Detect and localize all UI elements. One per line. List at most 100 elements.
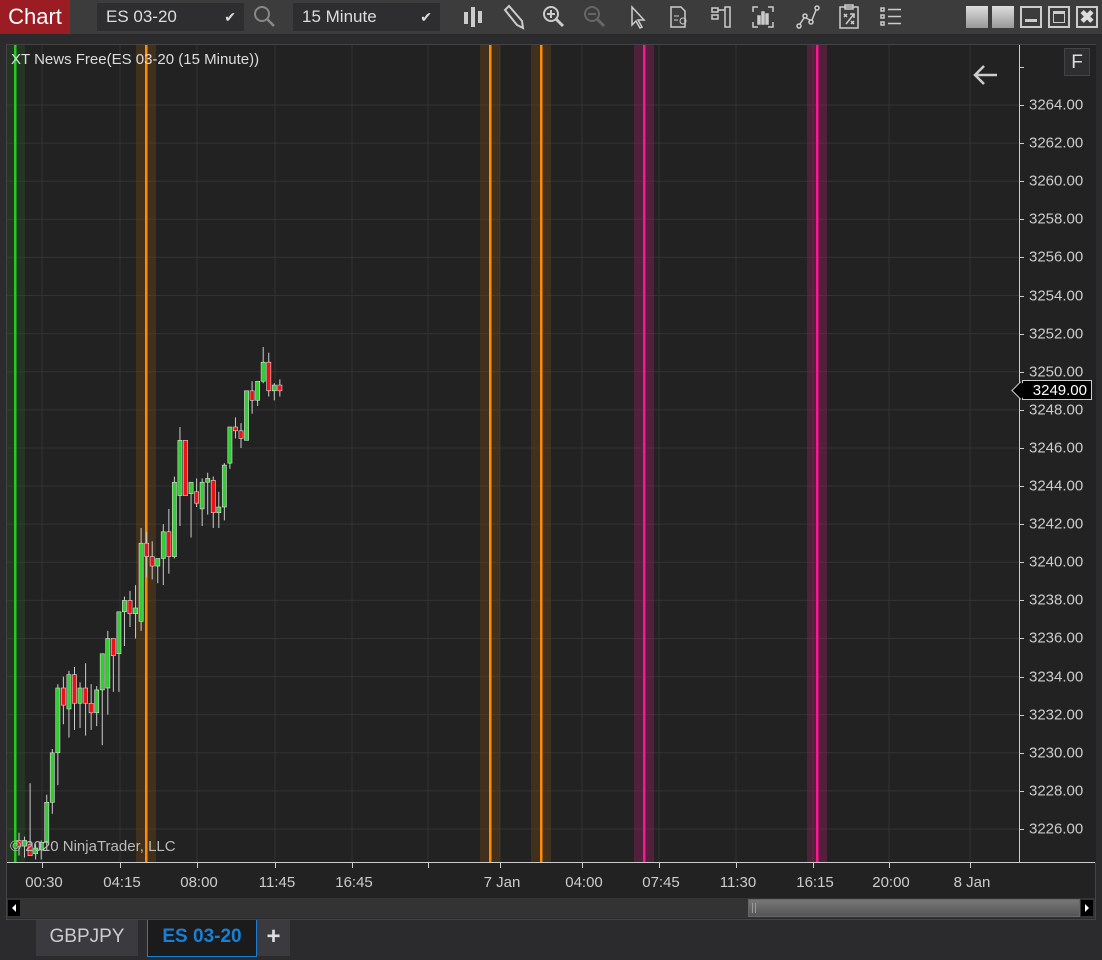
tab-bar: GBPJPY ES 03-20 + [0,920,1102,960]
candle-body [221,464,227,508]
news-line [489,45,492,862]
price-tick-label: 3238.00 [1029,591,1084,609]
candle-body [72,674,77,704]
time-tick [197,862,198,868]
price-tick-label: 3256.00 [1029,248,1084,266]
price-chart [7,45,1019,862]
horizontal-scrollbar[interactable] [7,898,1095,918]
price-tick-label: 3240.00 [1029,553,1084,571]
chevron-down-icon: ✔ [224,9,236,25]
tab-es-03-20[interactable]: ES 03-20 [147,920,257,957]
price-tick-label: 3248.00 [1029,401,1084,419]
close-icon[interactable]: ✖ [1076,6,1098,28]
tile-icon[interactable] [992,6,1014,28]
price-tick-label: 3230.00 [1029,744,1084,762]
fixed-scale-button[interactable]: F [1064,48,1090,76]
search-icon[interactable] [252,4,278,30]
chart-toolbar: Chart ES 03-20 ✔ 15 Minute ✔ ✖ [0,0,1102,36]
time-tick-label: 04:00 [565,874,603,891]
time-tick-label: 11:30 [719,874,757,891]
candle-body [105,638,111,689]
price-tick-label: 3242.00 [1029,515,1084,533]
drawing-tool-icon[interactable] [500,4,526,30]
price-tick [1019,105,1024,106]
pointer-icon[interactable] [625,4,651,30]
candle-body [99,653,105,691]
tile-icon[interactable] [966,6,988,28]
candle-body [155,558,161,567]
indicators-icon[interactable] [709,4,735,30]
time-tick [889,862,890,868]
time-axis[interactable] [7,862,1095,899]
maximize-icon[interactable] [1048,6,1070,28]
price-tick-label: 3252.00 [1029,325,1084,343]
time-tick [582,862,583,868]
price-tick [1019,257,1024,259]
candle-body [205,478,211,483]
price-tick [1019,219,1024,221]
interval-selector[interactable]: 15 Minute ✔ [293,3,440,31]
chart-style-icon[interactable] [460,4,486,30]
scroll-left-button[interactable] [8,900,20,916]
price-tick [1019,790,1024,792]
candle-body [199,481,205,510]
chevron-down-icon: ✔ [420,9,432,25]
strategies-icon[interactable] [750,4,776,30]
candle-body [260,361,266,382]
candle-body [133,607,138,615]
price-tick [1019,371,1024,373]
instrument-selector[interactable]: ES 03-20 ✔ [97,3,244,31]
chart-panel[interactable] [7,45,1019,862]
candle-body [177,440,183,496]
candle-body [216,506,222,514]
back-arrow-icon[interactable] [970,62,1000,88]
data-box-icon[interactable] [666,4,692,30]
properties-icon[interactable] [836,4,862,30]
time-tick [352,862,353,868]
price-tick [1019,752,1024,754]
candle-body [244,390,249,441]
price-tick-label: 3260.00 [1029,172,1084,190]
scroll-thumb[interactable] [748,899,1080,917]
time-tick [813,862,814,868]
candle-body [77,687,83,704]
price-tick [1019,409,1024,411]
zoom-in-icon[interactable] [541,4,567,30]
candle-body [94,689,100,714]
price-tick-label: 3262.00 [1029,134,1084,152]
candle-body [255,380,261,401]
price-tick [1019,638,1024,640]
time-tick [736,862,737,868]
time-tick-label: 00:30 [25,874,63,891]
price-tick-label: 3234.00 [1029,668,1084,686]
candle-body [194,491,199,504]
candle-body [183,440,188,496]
candle-body [166,531,172,557]
chart-trader-icon[interactable] [795,4,821,30]
time-tick [275,862,276,868]
price-tick [1019,447,1024,449]
time-tick [428,862,429,868]
candle-body [238,430,244,439]
candle-body [172,481,177,557]
price-tick [1019,295,1024,297]
time-tick [500,862,501,868]
price-tick [1019,524,1024,526]
price-tick [1019,714,1024,716]
candle-body [233,426,238,432]
price-tick-label: 3228.00 [1029,782,1084,800]
templates-icon[interactable] [878,4,904,30]
tab-gbpjpy[interactable]: GBPJPY [36,920,138,956]
price-tick [1019,333,1024,335]
price-tick [1019,600,1024,602]
scroll-right-button[interactable] [1081,900,1093,916]
time-tick-label: 16:45 [335,874,373,891]
zoom-out-icon[interactable] [582,4,608,30]
candle-body [55,687,61,754]
add-tab-button[interactable]: + [257,920,290,956]
minimize-icon[interactable] [1020,6,1042,28]
news-line [540,45,543,862]
candle-body [144,542,150,557]
news-line [14,45,17,862]
price-tick-label: 3246.00 [1029,439,1084,457]
